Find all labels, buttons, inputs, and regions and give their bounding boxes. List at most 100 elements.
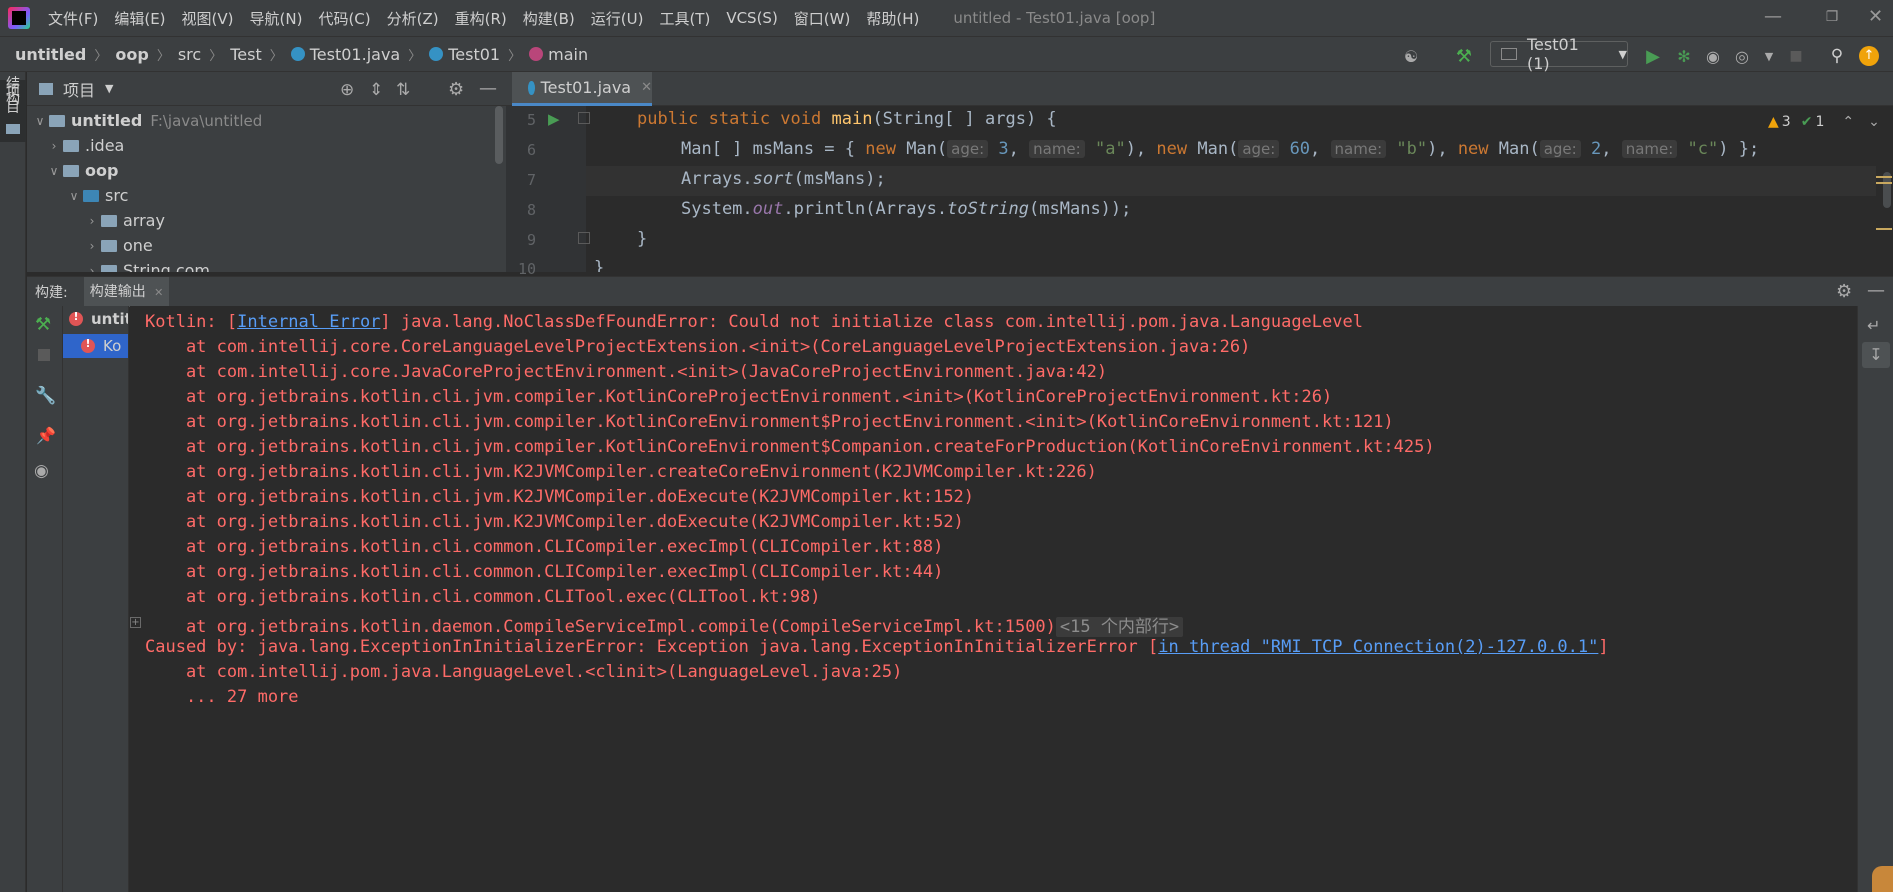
chevron-down-icon[interactable]: ▼	[1758, 45, 1780, 67]
update-icon[interactable]: ↑	[1858, 45, 1880, 67]
chevron-down-icon: ▼	[1618, 47, 1627, 61]
tree-item-label: .idea	[85, 136, 125, 155]
warning-count: 3	[1781, 114, 1791, 130]
fold-marker-icon[interactable]	[578, 232, 590, 244]
minimize-button[interactable]: —	[1745, 0, 1801, 36]
tab-test01-java[interactable]: Test01.java ✕	[512, 72, 652, 106]
menu-file[interactable]: 文件(F)	[40, 8, 106, 29]
window-title: untitled - Test01.java [oop]	[953, 9, 1156, 27]
crumb-test01[interactable]: Test01	[429, 45, 500, 64]
search-icon[interactable]: ⚲	[1826, 45, 1848, 67]
chevron-down-icon[interactable]: ⌄	[1868, 114, 1880, 130]
restore-button[interactable]: ❐	[1804, 0, 1860, 36]
profile-icon[interactable]: ◎	[1731, 45, 1753, 67]
check-icon: ✔	[1800, 114, 1813, 130]
crumb-test01-java[interactable]: Test01.java	[290, 45, 400, 64]
build-tool-header: 构建: 构建输出 ✕ ⚙ —	[27, 276, 1893, 307]
collapse-all-icon[interactable]: ⇅	[396, 80, 410, 100]
code-text: Arrays.	[681, 169, 753, 189]
menu-refactor[interactable]: 重构(R)	[447, 8, 515, 29]
coverage-icon[interactable]: ◉	[1702, 45, 1724, 67]
tab-build-output[interactable]: 构建输出 ✕	[83, 276, 170, 307]
menu-vcs[interactable]: VCS(S)	[718, 9, 785, 27]
fold-marker-icon[interactable]	[578, 112, 590, 124]
tree-item-path: F:\java\untitled	[150, 111, 263, 130]
crumb-test[interactable]: Test	[230, 45, 262, 64]
menu-edit[interactable]: 编辑(E)	[106, 8, 173, 29]
project-panel-title[interactable]: 项目	[63, 77, 95, 101]
crumb-main[interactable]: main	[529, 45, 588, 64]
soft-wrap-icon[interactable]: ↵	[1867, 316, 1880, 335]
scroll-to-end-icon[interactable]: ↧	[1862, 342, 1890, 368]
tree-item-label: oop	[85, 161, 119, 180]
menu-analyze[interactable]: 分析(Z)	[379, 8, 447, 29]
code-line-8[interactable]: System.out.println(Arrays.toString(msMan…	[681, 199, 1131, 219]
tree-item-untitled[interactable]: ∨ untitled F:\java\untitled	[31, 108, 263, 133]
menu-build[interactable]: 构建(B)	[515, 8, 583, 29]
run-icon[interactable]: ▶	[1642, 45, 1664, 67]
menu-code[interactable]: 代码(C)	[310, 8, 378, 29]
hide-icon[interactable]: —	[1867, 280, 1885, 301]
crumb-untitled[interactable]: untitled	[15, 45, 86, 64]
close-button[interactable]: ✕	[1858, 0, 1893, 36]
thread-link[interactable]: in thread "RMI TCP Connection(2)-127.0.0…	[1158, 637, 1598, 657]
build-tree-root-label: untitled	[91, 310, 128, 328]
project-panel: 项目 ▼ ⊕ ⇕ ⇅ ⚙ — ∨ untitled F:\java\untitl…	[27, 72, 506, 272]
tree-item-string-com[interactable]: › String.com	[83, 258, 210, 272]
keyword: new	[865, 139, 896, 159]
crumb-src[interactable]: src	[178, 45, 201, 64]
hide-icon[interactable]: —	[479, 78, 497, 99]
run-gutter-icon[interactable]: ▶	[548, 110, 560, 128]
stack-line: at com.intellij.core.CoreLanguageLevelPr…	[145, 337, 1251, 357]
close-icon[interactable]: ✕	[641, 80, 652, 95]
internal-error-link[interactable]: Internal Error	[237, 312, 380, 332]
menu-tools[interactable]: 工具(T)	[651, 8, 718, 29]
stop-icon[interactable]: ■	[1785, 45, 1807, 67]
code-line-9[interactable]: }	[637, 229, 647, 249]
pin-icon[interactable]: 📌	[36, 426, 56, 445]
eye-icon[interactable]: ◉	[34, 461, 49, 481]
user-icon[interactable]: ☯	[1400, 45, 1422, 67]
tree-item-idea[interactable]: › .idea	[45, 133, 125, 158]
chevron-down-icon[interactable]: ▼	[105, 82, 113, 95]
stack-line: at org.jetbrains.kotlin.daemon.CompileSe…	[145, 612, 1184, 637]
menu-window[interactable]: 窗口(W)	[786, 8, 859, 29]
debug-icon[interactable]: ✻	[1673, 45, 1695, 67]
tree-item-oop[interactable]: ∨ oop	[45, 158, 119, 183]
build-hammer-icon[interactable]: ⚒	[1453, 45, 1475, 67]
menu-navigate[interactable]: 导航(N)	[242, 8, 311, 29]
folded-lines-toggle[interactable]: <15 个内部行>	[1055, 617, 1184, 637]
locate-icon[interactable]: ⊕	[340, 80, 354, 100]
console-line: Caused by: java.lang.ExceptionInInitiali…	[145, 637, 1609, 657]
build-output-console[interactable]: Kotlin: [Internal Error] java.lang.NoCla…	[130, 306, 1857, 892]
code-line-5[interactable]: public static void main(String[ ] args) …	[637, 109, 1057, 129]
chevron-up-icon[interactable]: ⌃	[1842, 114, 1854, 130]
stop-icon[interactable]	[38, 349, 50, 361]
gear-icon[interactable]: ⚙	[448, 79, 464, 100]
wrench-icon[interactable]: 🔧	[35, 386, 56, 406]
build-tree-root[interactable]: untitled	[69, 310, 128, 328]
build-tree-item-kotlin[interactable]: Ko	[63, 334, 128, 358]
close-icon[interactable]: ✕	[154, 286, 163, 299]
package-icon	[101, 264, 117, 272]
structure-tool-tab[interactable]: 结构	[0, 76, 26, 214]
tree-item-src[interactable]: ∨ src	[65, 183, 129, 208]
code-line-10[interactable]: }	[594, 258, 604, 272]
project-scrollbar[interactable]	[495, 106, 503, 164]
build-hammer-icon[interactable]: ⚒	[35, 314, 51, 335]
crumb-oop[interactable]: oop	[115, 45, 148, 64]
expand-all-icon[interactable]: ⇕	[369, 80, 383, 100]
code-line-6[interactable]: Man[ ] msMans = { new Man(age: 3, name: …	[681, 139, 1759, 159]
gear-icon[interactable]: ⚙	[1836, 281, 1852, 302]
class-icon	[528, 80, 535, 95]
expand-icon[interactable]: +	[130, 617, 141, 628]
tree-item-one[interactable]: › one	[83, 233, 153, 258]
menu-view[interactable]: 视图(V)	[174, 8, 242, 29]
menu-help[interactable]: 帮助(H)	[858, 8, 927, 29]
run-configuration-select[interactable]: Test01 (1) ▼	[1490, 35, 1628, 73]
inspection-widget[interactable]: ▲ 3 ✔ 1 ⌃ ⌄	[1768, 114, 1880, 130]
tree-item-array[interactable]: › array	[83, 208, 165, 233]
class-icon	[290, 47, 305, 61]
menu-run[interactable]: 运行(U)	[583, 8, 652, 29]
code-line-7[interactable]: Arrays.sort(msMans);	[681, 169, 886, 189]
